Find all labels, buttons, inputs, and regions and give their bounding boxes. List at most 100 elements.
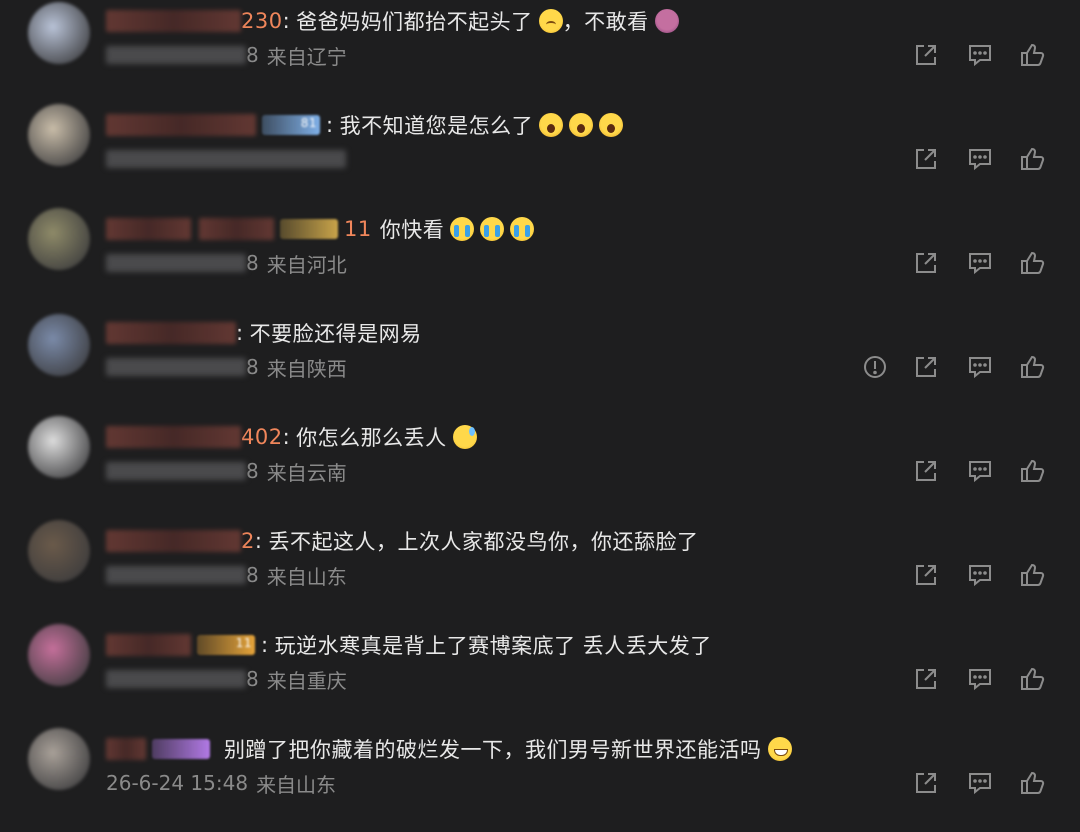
avatar[interactable] bbox=[28, 624, 90, 686]
username-obscured[interactable] bbox=[106, 218, 191, 240]
comment-row: 11 你快看 8 来自河北 bbox=[0, 208, 1080, 312]
location: 来自山东 bbox=[256, 772, 337, 797]
share-icon[interactable] bbox=[909, 142, 943, 176]
avatar[interactable] bbox=[28, 416, 90, 478]
like-icon[interactable] bbox=[1015, 246, 1049, 280]
reply-icon[interactable] bbox=[963, 766, 997, 800]
timestamp: 8 bbox=[246, 43, 259, 67]
comment-meta: 8 来自河北 bbox=[106, 248, 347, 278]
comment-line: : 不要脸还得是网易 bbox=[106, 316, 422, 350]
comment-line: 别蹭了把你藏着的破烂发一下，我们男号新世界还能活吗 bbox=[106, 732, 792, 766]
timestamp-obscured bbox=[106, 566, 246, 584]
reply-icon[interactable] bbox=[963, 142, 997, 176]
comment-line: 2: 丢不起这人，上次人家都没鸟你，你还舔脸了 bbox=[106, 524, 698, 558]
like-icon[interactable] bbox=[1015, 350, 1049, 384]
avatar[interactable] bbox=[28, 520, 90, 582]
report-icon[interactable] bbox=[858, 350, 892, 384]
username-obscured[interactable] bbox=[106, 530, 241, 552]
share-icon[interactable] bbox=[909, 558, 943, 592]
username-tail[interactable]: 402 bbox=[241, 425, 283, 449]
sad-emoji-icon bbox=[538, 9, 563, 33]
username-tail[interactable]: 2 bbox=[241, 529, 255, 553]
share-icon[interactable] bbox=[909, 246, 943, 280]
username-obscured[interactable] bbox=[106, 10, 241, 32]
fear-emoji-icon bbox=[569, 113, 594, 137]
cry-emoji-icon bbox=[510, 217, 535, 241]
comment-text: 不要脸还得是网易 bbox=[249, 322, 422, 346]
like-icon[interactable] bbox=[1015, 38, 1049, 72]
comment-text: 我不知道您是怎么了 bbox=[339, 114, 534, 138]
location: 来自河北 bbox=[266, 252, 347, 277]
comment-row: : 不要脸还得是网易 8 来自陕西 bbox=[0, 312, 1080, 416]
separator: : bbox=[261, 633, 269, 657]
sweat-emoji-icon bbox=[452, 425, 477, 449]
timestamp-obscured bbox=[106, 46, 246, 64]
avatar[interactable] bbox=[28, 208, 90, 270]
like-icon[interactable] bbox=[1015, 558, 1049, 592]
location: 来自重庆 bbox=[266, 668, 347, 693]
username-tail[interactable]: 230 bbox=[241, 9, 283, 33]
timestamp: 8 bbox=[246, 563, 259, 587]
comment-row: 402: 你怎么那么丢人 8 来自云南 bbox=[0, 416, 1080, 520]
level-badge bbox=[152, 739, 210, 759]
comment-text-continued: ，不敢看 bbox=[562, 10, 649, 34]
timestamp: 8 bbox=[246, 355, 259, 379]
comment-row: 2: 丢不起这人，上次人家都没鸟你，你还舔脸了 8 来自山东 bbox=[0, 520, 1080, 624]
fear-emoji-icon bbox=[539, 113, 564, 137]
share-icon[interactable] bbox=[909, 350, 943, 384]
reply-icon[interactable] bbox=[963, 350, 997, 384]
like-icon[interactable] bbox=[1015, 142, 1049, 176]
separator: : bbox=[282, 9, 291, 33]
username-obscured[interactable] bbox=[106, 426, 241, 448]
username-obscured[interactable] bbox=[106, 114, 256, 136]
reply-icon[interactable] bbox=[963, 662, 997, 696]
level-badge: 81 bbox=[262, 115, 320, 135]
username-obscured[interactable] bbox=[106, 634, 191, 656]
grin-emoji-icon bbox=[767, 737, 792, 761]
badge-level: 81 bbox=[300, 116, 317, 130]
comment-line: 11 你快看 bbox=[106, 212, 535, 246]
share-icon[interactable] bbox=[909, 766, 943, 800]
username-obscured[interactable] bbox=[106, 738, 146, 760]
avatar[interactable] bbox=[28, 104, 90, 166]
share-icon[interactable] bbox=[909, 454, 943, 488]
like-icon[interactable] bbox=[1015, 766, 1049, 800]
share-icon[interactable] bbox=[909, 662, 943, 696]
badge-level: 11 bbox=[235, 636, 252, 650]
comment-meta: 8 来自重庆 bbox=[106, 664, 347, 694]
username-tail[interactable]: 11 bbox=[344, 217, 372, 241]
reply-icon[interactable] bbox=[963, 558, 997, 592]
location: 来自山东 bbox=[266, 564, 347, 589]
timestamp-obscured bbox=[106, 254, 246, 272]
timestamp-obscured bbox=[106, 462, 246, 480]
avatar[interactable] bbox=[28, 314, 90, 376]
avatar[interactable] bbox=[28, 728, 90, 790]
like-icon[interactable] bbox=[1015, 454, 1049, 488]
timestamp-obscured bbox=[106, 150, 346, 168]
comment-text: 你怎么那么丢人 bbox=[296, 426, 447, 450]
share-icon[interactable] bbox=[909, 38, 943, 72]
like-icon[interactable] bbox=[1015, 662, 1049, 696]
comment-meta: 8 来自辽宁 bbox=[106, 40, 347, 70]
cry-emoji-icon bbox=[450, 217, 475, 241]
comment-line: 81: 我不知道您是怎么了 bbox=[106, 108, 624, 142]
username-obscured[interactable] bbox=[199, 218, 274, 240]
reply-icon[interactable] bbox=[963, 246, 997, 280]
username-obscured[interactable] bbox=[106, 322, 236, 344]
timestamp: 8 bbox=[246, 667, 259, 691]
location: 来自陕西 bbox=[266, 356, 347, 381]
comment-row: 230: 爸爸妈妈们都抬不起头了 ，不敢看 8 来自辽宁 bbox=[0, 0, 1080, 104]
reply-icon[interactable] bbox=[963, 454, 997, 488]
comment-meta: 26-6-24 15:48 来自山东 bbox=[106, 768, 336, 798]
comment-meta: 8 来自云南 bbox=[106, 456, 347, 486]
cry-emoji-icon bbox=[480, 217, 505, 241]
timestamp: 8 bbox=[246, 251, 259, 275]
comment-meta bbox=[106, 144, 346, 174]
timestamp-obscured bbox=[106, 670, 246, 688]
location: 来自辽宁 bbox=[266, 44, 347, 69]
comment-text: 爸爸妈妈们都抬不起头了 bbox=[296, 10, 533, 34]
timestamp: 26-6-24 15:48 bbox=[106, 771, 249, 795]
level-badge bbox=[280, 219, 338, 239]
avatar[interactable] bbox=[28, 2, 90, 64]
reply-icon[interactable] bbox=[963, 38, 997, 72]
